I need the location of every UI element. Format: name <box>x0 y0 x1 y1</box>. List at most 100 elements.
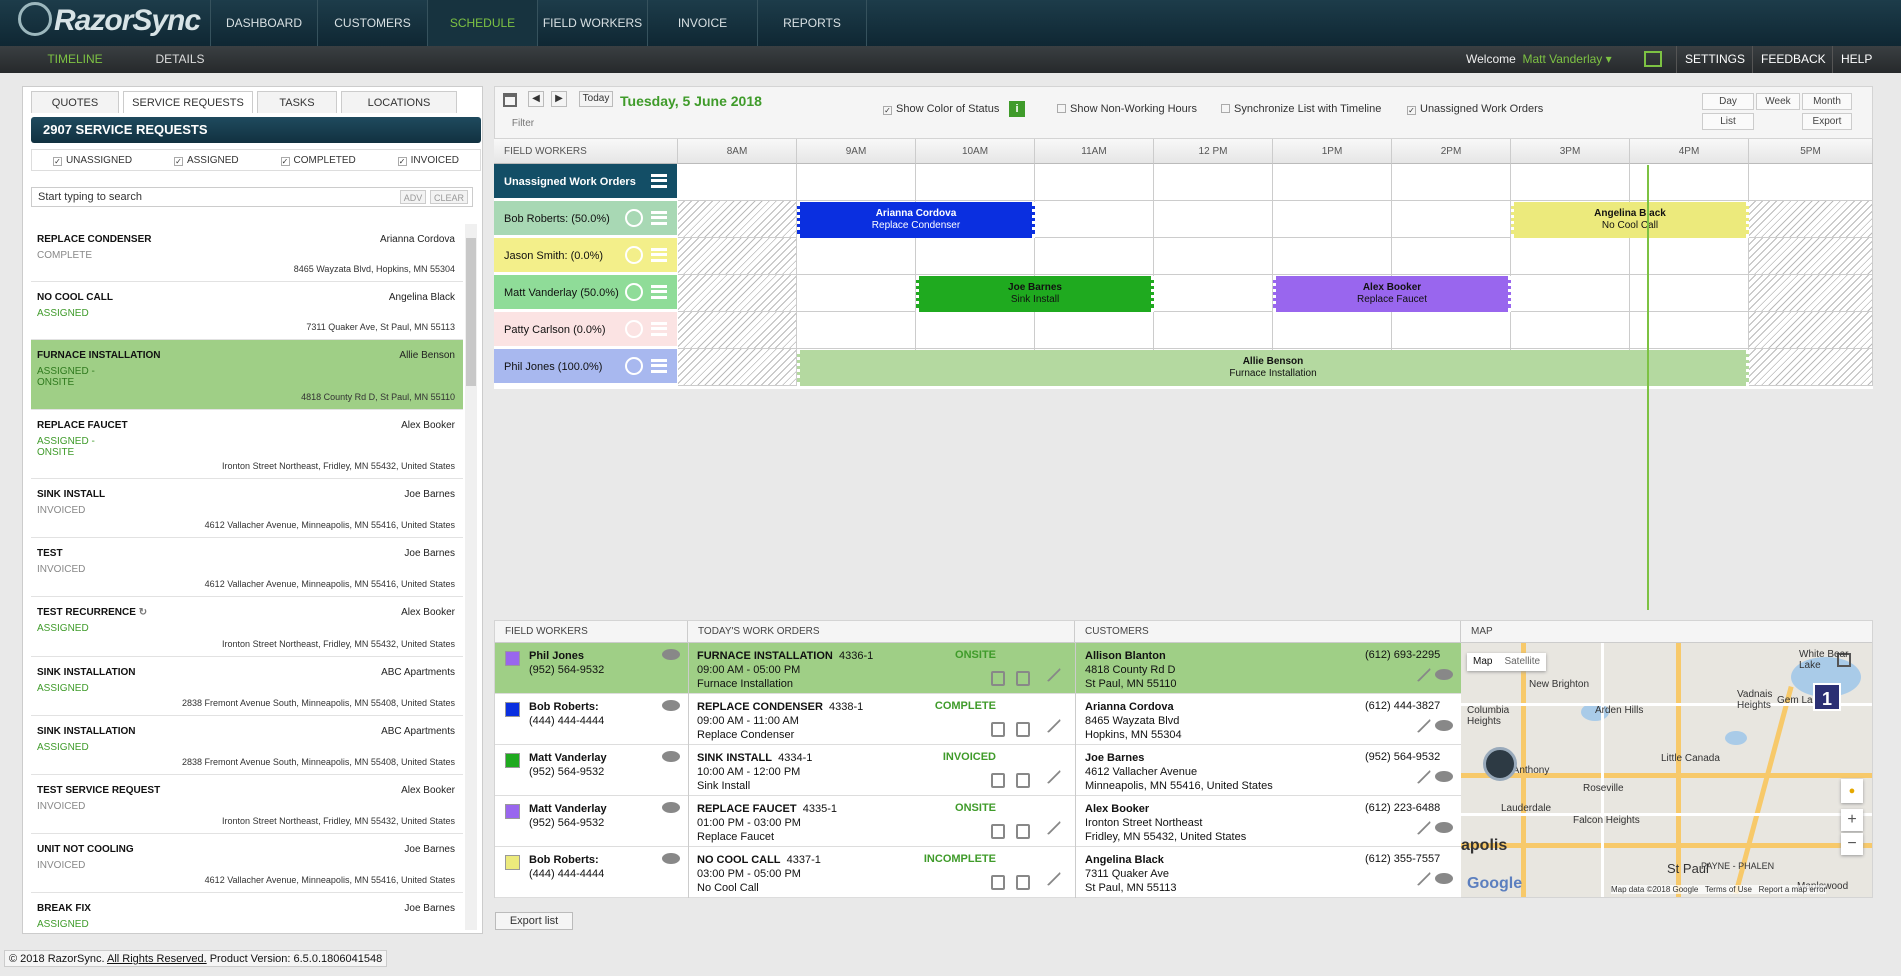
map-view-button[interactable]: Map <box>1467 653 1498 671</box>
job-block[interactable]: Allie Benson Furnace Installation <box>797 350 1749 386</box>
timeline-cell[interactable] <box>1035 238 1154 275</box>
job-block[interactable]: Alex Booker Replace Faucet <box>1273 276 1511 312</box>
filter-assigned[interactable]: ✓ ASSIGNED <box>173 155 239 166</box>
month-view-button[interactable]: Month <box>1802 93 1852 110</box>
work-order-row[interactable]: Bob Roberts: (444) 444-4444 REPLACE CONDEN… <box>495 694 1461 745</box>
edit-icon[interactable] <box>1412 714 1432 734</box>
timeline-cell[interactable] <box>678 349 797 386</box>
list-item[interactable]: TEST Joe Barnes INVOICED 4612 Vallacher Ave… <box>31 538 463 597</box>
notification-icon[interactable] <box>1644 51 1662 67</box>
street-view-icon[interactable]: ● <box>1841 779 1863 803</box>
message-icon[interactable] <box>1435 873 1453 884</box>
help-link[interactable]: HELP <box>1832 46 1880 73</box>
filter-invoiced[interactable]: ✓ INVOICED <box>397 155 459 166</box>
razorsync-logo[interactable]: RazorSync <box>18 2 208 42</box>
customer-name[interactable]: Joe Barnes <box>1085 752 1144 764</box>
next-day-button[interactable]: ▶ <box>551 91 567 107</box>
export-list-button[interactable]: Export list <box>495 912 573 930</box>
nav-customers[interactable]: CUSTOMERS <box>317 0 427 46</box>
edit-icon[interactable] <box>1412 867 1432 887</box>
scrollbar-thumb[interactable] <box>466 238 476 386</box>
calendar-icon[interactable] <box>503 93 517 107</box>
list-item[interactable]: REPLACE CONDENSER Arianna Cordova COMPLETE… <box>31 224 463 282</box>
list-item[interactable]: SINK INSTALL Joe Barnes INVOICED 4612 Valla… <box>31 479 463 538</box>
edit-icon[interactable] <box>1412 765 1432 785</box>
work-order-row[interactable]: Phil Jones (952) 564-9532 FURNACE INSTALLA… <box>495 643 1461 694</box>
job-block[interactable]: Arianna Cordova Replace Condenser <box>797 202 1035 238</box>
timeline-cell[interactable] <box>916 238 1035 275</box>
list-item[interactable]: SINK INSTALLATION ABC Apartments ASSIGNED 2… <box>31 657 463 716</box>
work-order-title[interactable]: FURNACE INSTALLATION <box>697 650 833 662</box>
report-map-error-link[interactable]: Report a map error <box>1759 885 1827 894</box>
timeline-cell[interactable] <box>1749 275 1873 312</box>
list-scrollbar[interactable] <box>465 224 477 930</box>
document-icon[interactable] <box>991 773 1005 788</box>
edit-icon[interactable] <box>1042 663 1062 683</box>
satellite-view-button[interactable]: Satellite <box>1498 653 1546 671</box>
timeline-cell[interactable] <box>1035 164 1154 201</box>
sync-list-option[interactable]: Synchronize List with Timeline <box>1221 103 1381 115</box>
adv-search-button[interactable]: ADV <box>400 190 426 204</box>
job-block[interactable]: Joe Barnes Sink Install <box>916 276 1154 312</box>
worker-name[interactable]: Bob Roberts: <box>529 854 599 866</box>
tab-quotes[interactable]: QUOTES <box>31 91 119 113</box>
timeline-cell[interactable] <box>1273 238 1392 275</box>
today-button[interactable]: Today <box>579 91 613 107</box>
feedback-link[interactable]: FEEDBACK <box>1752 46 1834 73</box>
timeline-cell[interactable] <box>916 312 1035 349</box>
tab-details[interactable]: DETAILS <box>130 46 230 73</box>
work-order-row[interactable]: Bob Roberts: (444) 444-4444 NO COOL CALL 4… <box>495 847 1461 898</box>
worker-row-patty-carlson[interactable]: Patty Carlson (0.0%) <box>494 312 677 348</box>
map-view[interactable]: Map Satellite New Brighton White Bear La… <box>1461 643 1872 897</box>
timeline-cell[interactable] <box>678 238 797 275</box>
edit-icon[interactable] <box>1412 663 1432 683</box>
menu-icon[interactable] <box>651 248 667 262</box>
timeline-cell[interactable] <box>1749 201 1873 238</box>
customer-name[interactable]: Alex Booker <box>1085 803 1149 815</box>
timeline-cell[interactable] <box>1154 275 1273 312</box>
list-item[interactable]: SINK INSTALLATION ABC Apartments ASSIGNED 2… <box>31 716 463 775</box>
message-icon[interactable] <box>662 649 680 660</box>
timeline-cell[interactable] <box>1392 164 1511 201</box>
menu-icon[interactable] <box>651 322 667 336</box>
work-order-title[interactable]: NO COOL CALL <box>697 854 781 866</box>
edit-icon[interactable] <box>1412 816 1432 836</box>
show-color-option[interactable]: ✓ Show Color of Status <box>883 103 999 115</box>
trash-icon[interactable] <box>1016 773 1030 788</box>
location-pin-icon[interactable] <box>625 320 643 338</box>
worker-row-jason-smith[interactable]: Jason Smith: (0.0%) <box>494 238 677 274</box>
menu-icon[interactable] <box>651 174 667 188</box>
timeline-cell[interactable] <box>1511 164 1630 201</box>
tab-tasks[interactable]: TASKS <box>257 91 337 113</box>
document-icon[interactable] <box>991 671 1005 686</box>
timeline-cell[interactable] <box>678 312 797 349</box>
timeline-cell[interactable] <box>1511 275 1630 312</box>
day-view-button[interactable]: Day <box>1702 93 1754 110</box>
tab-timeline[interactable]: TIMELINE <box>20 46 130 73</box>
list-view-button[interactable]: List <box>1702 113 1754 130</box>
nav-dashboard[interactable]: DASHBOARD <box>210 0 317 46</box>
work-order-row[interactable]: Matt Vanderlay (952) 564-9532 REPLACE FAUC… <box>495 796 1461 847</box>
map-marker-icon[interactable] <box>1483 747 1517 781</box>
timeline-cell[interactable] <box>678 275 797 312</box>
customer-name[interactable]: Arianna Cordova <box>1085 701 1174 713</box>
zoom-out-button[interactable]: − <box>1841 833 1863 855</box>
timeline-cell[interactable] <box>1749 349 1873 386</box>
timeline-cell[interactable] <box>1392 201 1511 238</box>
list-item[interactable]: NO COOL CALL Angelina Black ASSIGNED 7311 Q… <box>31 282 463 340</box>
location-pin-icon[interactable] <box>625 357 643 375</box>
export-button[interactable]: Export <box>1802 113 1852 130</box>
timeline-cell[interactable] <box>797 238 916 275</box>
clear-search-button[interactable]: CLEAR <box>430 190 468 204</box>
edit-icon[interactable] <box>1042 867 1062 887</box>
work-order-row[interactable]: Matt Vanderlay (952) 564-9532 SINK INSTALL… <box>495 745 1461 796</box>
trash-icon[interactable] <box>1016 722 1030 737</box>
filter-unassigned[interactable]: ✓ UNASSIGNED <box>52 155 132 166</box>
chevron-down-icon[interactable]: ▾ <box>1606 52 1612 66</box>
list-item[interactable]: TEST SERVICE REQUEST Alex Booker INVOICED I… <box>31 775 463 834</box>
nav-invoice[interactable]: INVOICE <box>647 0 757 46</box>
menu-icon[interactable] <box>651 211 667 225</box>
timeline-cell[interactable] <box>1154 164 1273 201</box>
zoom-in-button[interactable]: + <box>1841 809 1863 831</box>
timeline-cell[interactable] <box>1273 164 1392 201</box>
